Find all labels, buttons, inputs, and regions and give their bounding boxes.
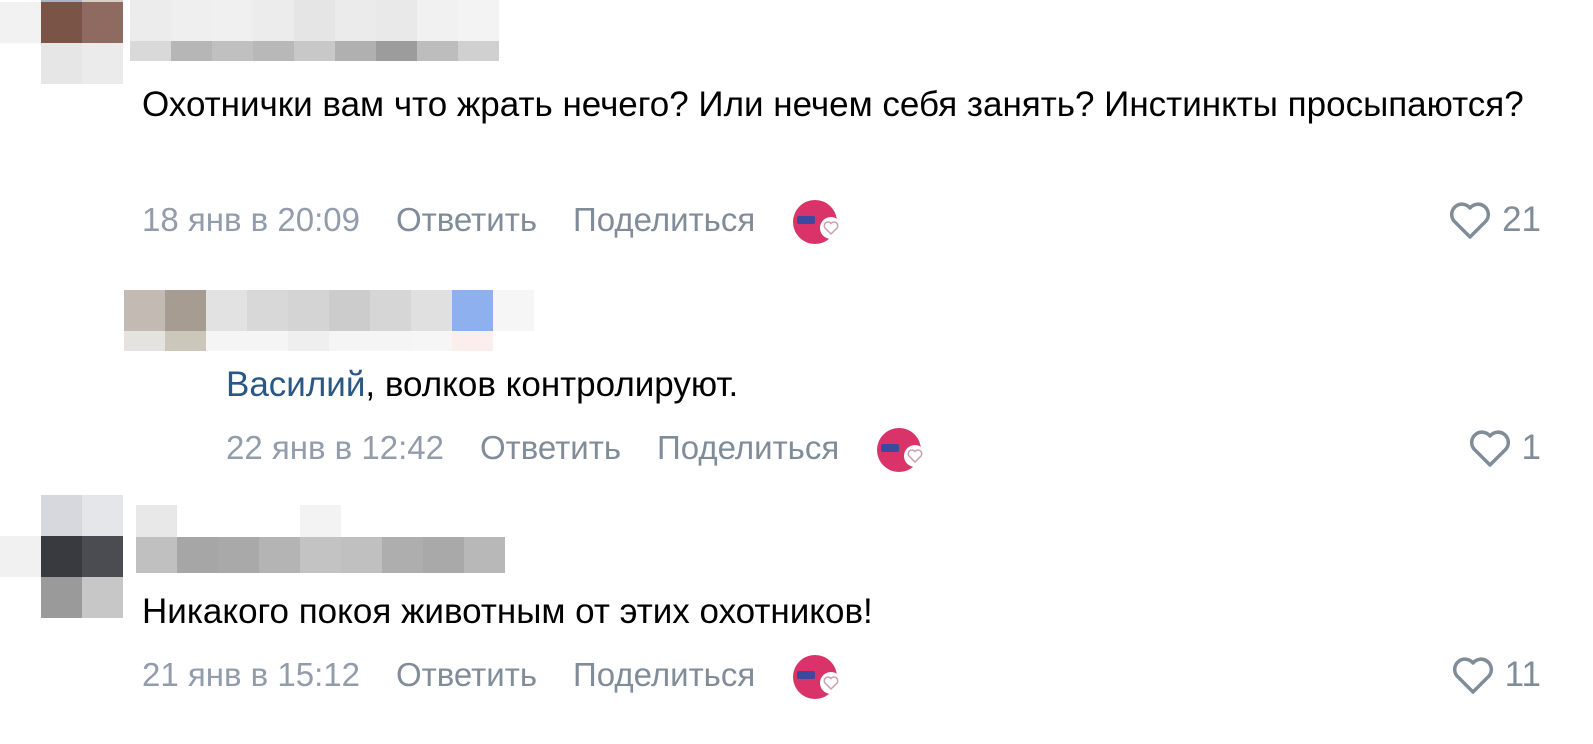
sticker-reaction-icon[interactable] bbox=[875, 424, 927, 472]
comment-meta: 18 янв в 20:09 Ответить Поделиться bbox=[142, 195, 843, 245]
like-button[interactable]: 11 bbox=[1451, 650, 1541, 700]
sticker-reaction-icon[interactable] bbox=[791, 196, 843, 244]
like-count: 21 bbox=[1502, 200, 1541, 239]
like-button[interactable]: 21 bbox=[1448, 195, 1541, 245]
comment-1: Охотнички вам что жрать нечего? Или нече… bbox=[0, 0, 1593, 260]
comment-text: Василий, волков контролируют. bbox=[226, 358, 1426, 412]
reply-button[interactable]: Ответить bbox=[480, 429, 621, 467]
author-name[interactable] bbox=[130, 0, 499, 61]
comment-date[interactable]: 18 янв в 20:09 bbox=[142, 201, 360, 239]
comment-meta: 22 янв в 12:42 Ответить Поделиться bbox=[226, 423, 927, 473]
author-name[interactable] bbox=[136, 505, 505, 573]
like-count: 11 bbox=[1504, 655, 1541, 694]
comment-date[interactable]: 22 янв в 12:42 bbox=[226, 429, 444, 467]
comment-2: Василий, волков контролируют. 22 янв в 1… bbox=[0, 270, 1593, 490]
author-name[interactable] bbox=[124, 290, 534, 351]
like-count: 1 bbox=[1521, 428, 1541, 467]
comment-meta: 21 янв в 15:12 Ответить Поделиться bbox=[142, 650, 843, 700]
comment-text: Никакого покоя животным от этих охотнико… bbox=[142, 592, 873, 631]
share-button[interactable]: Поделиться bbox=[573, 201, 755, 239]
heart-icon bbox=[1450, 202, 1491, 239]
avatar[interactable] bbox=[0, 0, 123, 84]
comment-text: Охотнички вам что жрать нечего? Или нече… bbox=[142, 85, 1524, 124]
share-button[interactable]: Поделиться bbox=[573, 656, 755, 694]
share-button[interactable]: Поделиться bbox=[657, 429, 839, 467]
sticker-reaction-icon[interactable] bbox=[791, 651, 843, 699]
heart-icon bbox=[1469, 430, 1510, 467]
like-button[interactable]: 1 bbox=[1468, 423, 1541, 473]
reply-button[interactable]: Ответить bbox=[396, 201, 537, 239]
reply-text: , волков контролируют. bbox=[365, 365, 739, 404]
reply-button[interactable]: Ответить bbox=[396, 656, 537, 694]
comment-date[interactable]: 21 янв в 15:12 bbox=[142, 656, 360, 694]
heart-icon bbox=[1452, 657, 1493, 694]
avatar[interactable] bbox=[0, 495, 123, 618]
mention-link[interactable]: Василий bbox=[226, 365, 365, 404]
comment-3: Никакого покоя животным от этих охотнико… bbox=[0, 495, 1593, 744]
